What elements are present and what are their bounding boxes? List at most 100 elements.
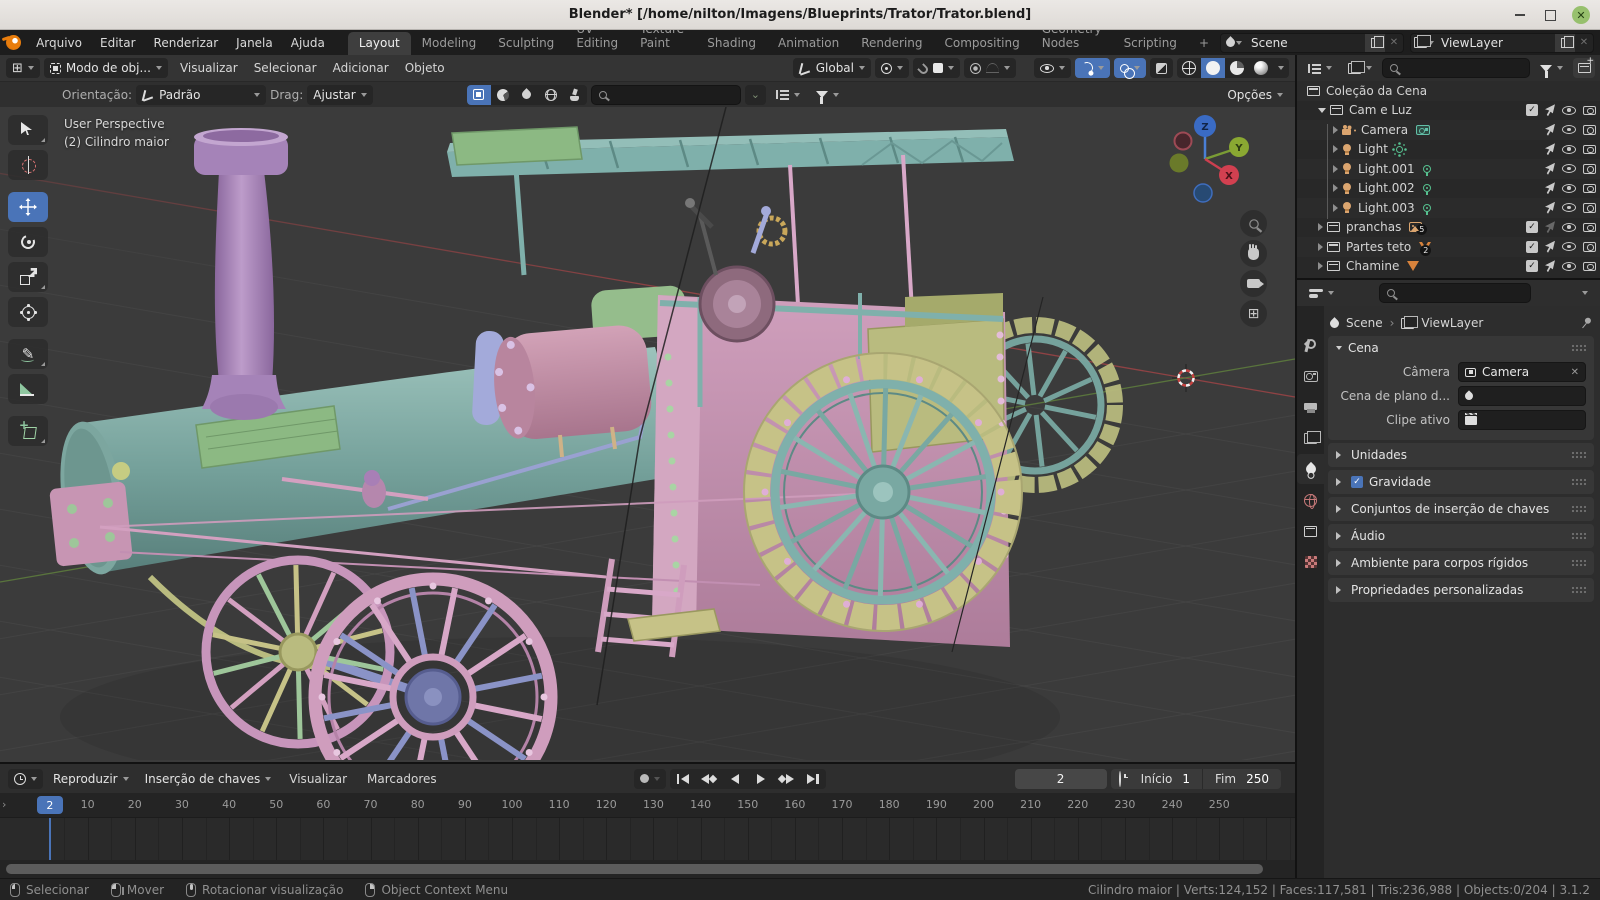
outliner-item-label[interactable]: Light.002 (1358, 181, 1415, 195)
outliner-row-chamine[interactable]: Chamine ✓ (1297, 257, 1600, 277)
breadcrumb-scene[interactable]: Scene (1346, 316, 1383, 330)
outliner-row-cole-o-da-cena[interactable]: Coleção da Cena (1297, 81, 1600, 101)
outliner-item-label[interactable]: Coleção da Cena (1326, 84, 1427, 98)
timeline-expand-arrow[interactable]: › (2, 798, 6, 811)
shading-dropdown[interactable] (1273, 58, 1289, 78)
disable-render-toggle-icon[interactable] (1583, 262, 1596, 272)
current-frame-badge[interactable]: 2 (37, 796, 63, 814)
panel-grip[interactable] (1571, 451, 1586, 459)
disable-render-toggle-icon[interactable] (1583, 164, 1596, 174)
selectable-toggle-icon[interactable] (1545, 182, 1555, 194)
property-field-clip[interactable] (1458, 410, 1586, 430)
zoom-button[interactable] (1240, 210, 1267, 237)
outliner-item-label[interactable]: Chamine (1346, 259, 1399, 273)
scene-render[interactable] (0, 107, 1295, 760)
tool-add-cube-button[interactable] (8, 416, 48, 446)
disable-render-toggle-icon[interactable] (1583, 145, 1596, 155)
scene-icon[interactable] (1221, 34, 1247, 52)
pan-button[interactable] (1240, 240, 1267, 267)
disable-render-toggle-icon[interactable] (1583, 125, 1596, 135)
property-field-camera[interactable]: Camera✕ (1458, 362, 1586, 382)
play-button[interactable] (748, 769, 774, 789)
timeline-editor-type-button[interactable] (8, 769, 43, 789)
section-header[interactable]: Propriedades personalizadas (1328, 578, 1594, 602)
selectable-toggle-icon[interactable] (1545, 241, 1555, 253)
outliner-row-camera[interactable]: Camera (1297, 120, 1600, 140)
menu-janela[interactable]: Janela (227, 30, 282, 55)
magnet-icon[interactable] (917, 63, 930, 76)
frame-start-field[interactable]: Início1 (1129, 769, 1202, 789)
use-preview-range-button[interactable] (1111, 772, 1129, 786)
disable-render-toggle-icon[interactable] (1583, 242, 1596, 252)
selectable-toggle-icon[interactable] (1545, 124, 1555, 136)
section-header[interactable]: Unidades (1328, 443, 1594, 467)
hide-viewport-toggle-icon[interactable] (1562, 242, 1576, 251)
section-header[interactable]: Áudio (1328, 524, 1594, 548)
menu-renderizar[interactable]: Renderizar (145, 30, 228, 55)
outliner-item-label[interactable]: Partes teto (1346, 240, 1411, 254)
show-object-types-dropdown[interactable] (1034, 58, 1071, 78)
proportional-edit-icon[interactable] (970, 63, 981, 74)
viewport-menu-adicionar[interactable]: Adicionar (325, 61, 397, 75)
hide-viewport-toggle-icon[interactable] (1562, 262, 1576, 271)
prev-keyframe-button[interactable] (696, 769, 722, 789)
outliner-row-light-003[interactable]: Light.003 (1297, 198, 1600, 218)
tab-rendering[interactable]: Rendering (850, 32, 933, 55)
jump-last-button[interactable] (800, 769, 826, 789)
close-button[interactable]: ✕ (1572, 6, 1590, 24)
hide-viewport-toggle-icon[interactable] (1562, 184, 1576, 193)
shading-solid-button[interactable] (1201, 58, 1225, 78)
outliner-item-label[interactable]: Cam e Luz (1349, 103, 1412, 117)
properties-tab-view-layer[interactable] (1297, 423, 1324, 453)
panel-grip[interactable] (1571, 532, 1586, 540)
panel-grip[interactable] (1571, 586, 1586, 594)
checkbox-icon[interactable]: ✓ (1526, 260, 1538, 272)
selectable-toggle-icon[interactable] (1545, 202, 1555, 214)
expander-icon[interactable] (1333, 184, 1338, 192)
outliner-row-partes-teto[interactable]: Partes teto2✓ (1297, 237, 1600, 257)
tool-annotate-button[interactable]: ✎ (8, 339, 48, 369)
tab-compositing[interactable]: Compositing (934, 32, 1031, 55)
outliner-row-light-002[interactable]: Light.002 (1297, 179, 1600, 199)
viewlayer-icon[interactable] (1411, 34, 1437, 52)
tab-animation[interactable]: Animation (767, 32, 850, 55)
overlays-toggle[interactable] (1114, 58, 1146, 78)
blender-logo-icon[interactable] (0, 30, 27, 55)
unlink-scene-button[interactable]: ✕ (1385, 37, 1403, 48)
display-mode-dropdown[interactable] (770, 85, 806, 105)
tool-orientation-dropdown[interactable]: Padrão (136, 85, 266, 105)
tool-cursor-3d-button[interactable] (8, 150, 48, 180)
copy-viewlayer-button[interactable] (1555, 34, 1575, 52)
new-collection-button[interactable] (1573, 58, 1595, 78)
add-workspace-tab[interactable]: + (1188, 32, 1220, 55)
properties-options-dropdown[interactable] (1576, 283, 1594, 303)
hide-viewport-toggle-icon[interactable] (1562, 106, 1576, 115)
outliner-display-mode-dropdown[interactable] (1342, 58, 1378, 78)
copy-scene-button[interactable] (1365, 34, 1385, 52)
section-header[interactable]: ✓Gravidade (1328, 470, 1594, 494)
properties-tab-world[interactable] (1297, 485, 1324, 515)
selectable-toggle-icon[interactable] (1545, 221, 1555, 233)
scene-selector[interactable]: Scene ✕ (1220, 33, 1404, 53)
proportional-edit-controls[interactable] (964, 58, 1016, 78)
tool-scale-button[interactable] (8, 262, 48, 292)
timeline-markers-menu[interactable]: Marcadores (359, 772, 445, 786)
expander-icon[interactable] (1333, 204, 1338, 212)
outliner-item-label[interactable]: Light.003 (1358, 201, 1415, 215)
properties-tab-tool[interactable] (1297, 330, 1324, 360)
expander-icon[interactable] (1318, 262, 1323, 270)
outliner-row-pranchas[interactable]: pranchas5✓ (1297, 218, 1600, 238)
checkbox-icon[interactable]: ✓ (1526, 104, 1538, 116)
shading-wireframe-button[interactable] (1177, 58, 1201, 78)
properties-tab-output[interactable] (1297, 392, 1324, 422)
outliner-item-label[interactable]: Light (1358, 142, 1388, 156)
outliner-row-cam-e-luz[interactable]: Cam e Luz ✓ (1297, 101, 1600, 121)
filter-world-icon[interactable] (539, 85, 563, 105)
filter-dropdown[interactable] (810, 85, 845, 105)
viewport-3d[interactable]: User Perspective (2) Cilindro maior ✎ Z … (0, 107, 1295, 762)
camera-view-button[interactable] (1240, 270, 1267, 297)
outliner-row-light[interactable]: Light (1297, 140, 1600, 160)
collapse-button[interactable]: ⌄ (745, 85, 766, 105)
tool-move-button[interactable] (8, 192, 48, 222)
hide-viewport-toggle-icon[interactable] (1562, 145, 1576, 154)
